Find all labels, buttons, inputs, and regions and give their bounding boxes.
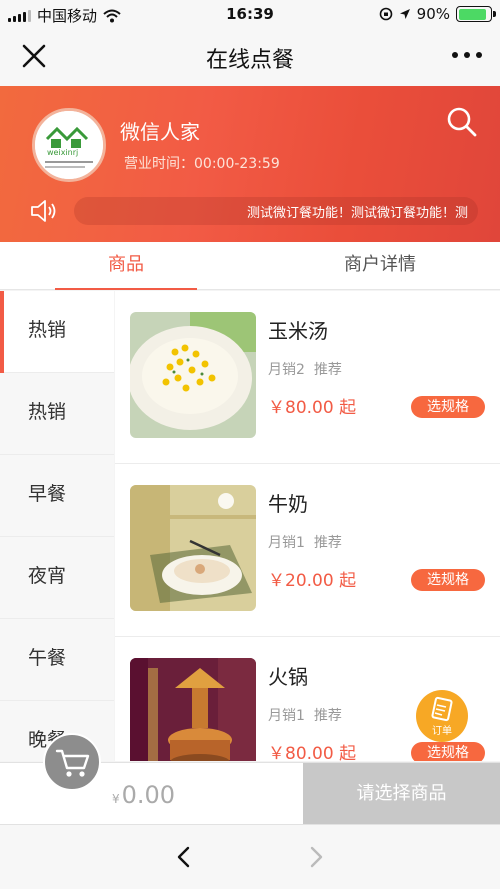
- forward-icon[interactable]: [304, 845, 328, 869]
- nav-bar: 在线点餐: [0, 28, 500, 86]
- page-title: 在线点餐: [205, 48, 294, 73]
- product-price: ￥20.00 起: [268, 571, 357, 591]
- product-item[interactable]: 玉米汤 月销2 推荐 ￥80.00 起 选规格: [115, 291, 500, 464]
- notice-marquee: 测试微订餐功能！测试微订餐功能！测: [74, 197, 478, 225]
- select-spec-button[interactable]: 选规格: [411, 742, 485, 761]
- product-name: 玉米汤: [268, 319, 328, 343]
- select-spec-button[interactable]: 选规格: [411, 396, 485, 418]
- select-spec-button[interactable]: 选规格: [411, 569, 485, 591]
- order-button[interactable]: 订单: [416, 690, 468, 742]
- browser-toolbar: [0, 824, 500, 889]
- rotation-lock-icon: [379, 7, 392, 21]
- status-bar: 中国移动 16:39 90%: [0, 0, 500, 28]
- category-item-late-night[interactable]: 夜宵: [0, 537, 114, 619]
- shop-logo: weixinrj: [32, 108, 106, 182]
- cart-button[interactable]: [43, 733, 101, 791]
- speaker-icon: [31, 200, 56, 222]
- order-label: 订单: [432, 725, 452, 737]
- product-image: [130, 485, 256, 611]
- product-image: [130, 658, 256, 761]
- tab-merchant-details[interactable]: 商户详情: [300, 242, 460, 290]
- battery-icon: [456, 6, 496, 22]
- category-item-lunch[interactable]: 午餐: [0, 619, 114, 701]
- product-sales: 月销1 推荐: [268, 708, 342, 724]
- business-hours: 营业时间：00:00-23:59: [124, 156, 280, 172]
- product-item[interactable]: 牛奶 月销1 推荐 ￥20.00 起 选规格: [115, 464, 500, 637]
- cart-icon: [55, 749, 90, 777]
- category-item-hot[interactable]: 热销: [0, 291, 114, 373]
- checkout-button[interactable]: 请选择商品: [303, 763, 500, 825]
- tab-bar: 商品 商户详情: [0, 242, 500, 290]
- product-sales: 月销1 推荐: [268, 535, 342, 551]
- shop-name: 微信人家: [120, 120, 200, 144]
- category-item-hot-2[interactable]: 热销: [0, 373, 114, 455]
- product-price: ￥80.00 起: [268, 398, 357, 418]
- category-item-breakfast[interactable]: 早餐: [0, 455, 114, 537]
- cart-total: ¥0.00: [112, 781, 176, 809]
- product-image: [130, 312, 256, 438]
- location-icon: [399, 9, 410, 19]
- shop-header: weixinrj 微信人家 营业时间：00:00-23:59 测试微订餐功能！测…: [0, 86, 500, 242]
- category-sidebar: 热销 热销 早餐 夜宵 午餐 晚餐: [0, 291, 114, 761]
- notice-text: 测试微订餐功能！测试微订餐功能！测: [246, 206, 468, 221]
- search-icon[interactable]: [446, 106, 478, 138]
- back-icon[interactable]: [172, 845, 196, 869]
- more-icon[interactable]: [452, 52, 482, 58]
- product-name: 火锅: [268, 665, 308, 689]
- product-sales: 月销2 推荐: [268, 362, 342, 378]
- svg-text:weixinrj: weixinrj: [47, 148, 78, 157]
- product-price: ￥80.00 起: [268, 744, 357, 761]
- tab-products[interactable]: 商品: [55, 242, 197, 290]
- order-icon: 订单: [431, 696, 453, 737]
- product-name: 牛奶: [268, 492, 308, 516]
- battery-percent: 90%: [416, 5, 450, 23]
